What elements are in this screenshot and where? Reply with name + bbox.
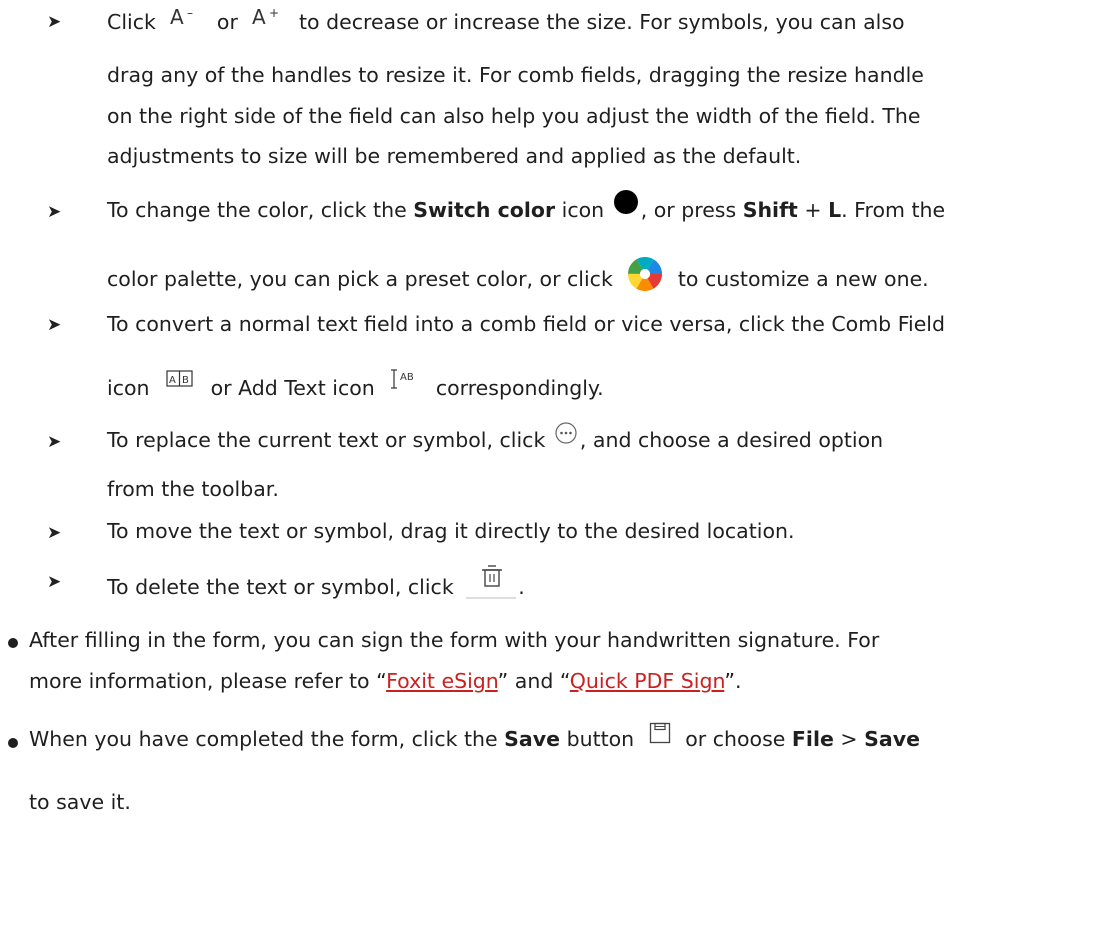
more-options-icon	[554, 421, 578, 445]
arrow-bullet-icon: ➤	[47, 315, 62, 335]
foxit-esign-link[interactable]: Foxit eSign	[386, 669, 498, 693]
svg-text:A: A	[169, 375, 176, 386]
svg-text:–: –	[187, 6, 193, 20]
save-icon	[649, 722, 671, 744]
comb-field-icon: AB	[166, 369, 194, 389]
color-wheel-icon	[627, 256, 663, 292]
bullet-dot	[8, 738, 18, 748]
arrow-bullet-icon: ➤	[47, 432, 62, 452]
arrow-bullet-icon: ➤	[47, 202, 62, 222]
font-decrease-icon: A –	[168, 4, 204, 30]
svg-text:AB: AB	[400, 372, 414, 383]
switch-color-icon	[613, 189, 639, 215]
arrow-bullet-icon: ➤	[47, 12, 62, 32]
svg-text:B: B	[182, 375, 189, 386]
quick-pdf-sign-link[interactable]: Quick PDF Sign	[570, 669, 725, 693]
trash-icon	[466, 561, 518, 599]
svg-text:+: +	[269, 6, 279, 20]
svg-text:A: A	[252, 5, 266, 29]
add-text-icon: AB	[389, 368, 421, 390]
arrow-bullet-icon: ➤	[47, 523, 62, 543]
bullet-dot	[8, 638, 18, 648]
arrow-bullet-icon: ➤	[47, 572, 62, 592]
font-increase-icon: A +	[250, 4, 286, 30]
svg-text:A: A	[170, 5, 184, 29]
